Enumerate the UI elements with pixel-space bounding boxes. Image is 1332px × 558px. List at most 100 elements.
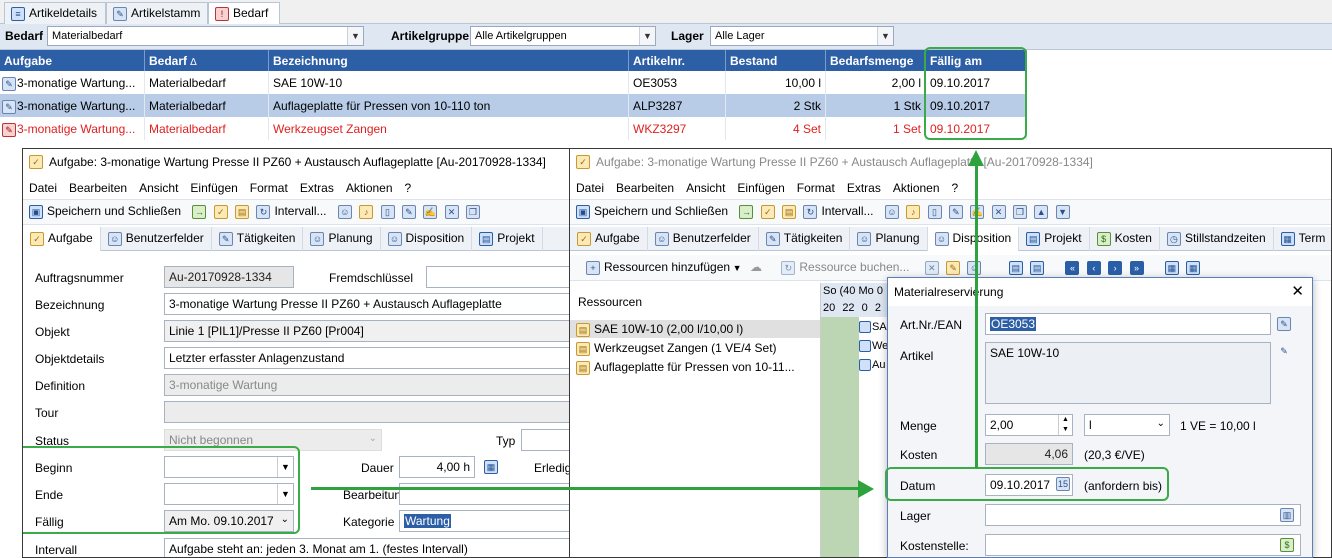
tab-benutzerfelder[interactable]: ☺ Benutzerfelder [101,227,212,251]
calculator-icon[interactable]: ▦ [484,460,498,474]
clipboard-icon[interactable]: ▤ [235,204,250,219]
objektdetails-field[interactable]: Letzter erfasster Anlagenzustand [164,347,569,369]
col-bedarfsmenge[interactable]: Bedarfsmenge [826,50,926,71]
close-button[interactable]: ✕ [1291,282,1304,300]
resource-item[interactable]: ▤ Auflageplatte für Pressen von 10-11... [570,358,820,376]
arrow-up-icon[interactable]: ▲ [1034,204,1049,219]
wrench-icon[interactable]: ✎ [1277,317,1291,331]
tab-artikelstamm[interactable]: ✎ Artikelstamm [106,2,208,24]
tab-termine[interactable]: ▦ Term [1274,227,1331,251]
exit-icon[interactable]: → [739,204,754,219]
tab-bedarf[interactable]: ! Bedarf [208,2,280,25]
menu-extras[interactable]: Extras [841,177,887,199]
wrench-icon[interactable]: ✎ [401,204,416,219]
menu-bearbeiten[interactable]: Bearbeiten [63,177,133,199]
col-bezeichnung[interactable]: Bezeichnung [269,50,629,71]
book-resource-button[interactable]: Ressource buchen... [799,260,909,274]
menu-bearbeiten[interactable]: Bearbeiten [610,177,680,199]
tab-aufgabe[interactable]: ✓ Aufgabe [23,227,101,251]
tab-artikeldetails[interactable]: ≡ Artikeldetails [4,2,106,24]
menu-aktionen[interactable]: Aktionen [887,177,946,199]
chevron-down-icon[interactable]: ▼ [730,263,744,273]
objekt-field[interactable]: Linie 1 [PIL1]/Presse II PZ60 [Pr004] [164,320,569,342]
menu-extras[interactable]: Extras [294,177,340,199]
artnr-input[interactable]: OE3053 [985,313,1271,335]
intervall-field[interactable]: Aufgabe steht an: jeden 3. Monat am 1. (… [164,538,569,557]
delete-icon[interactable]: ✕ [991,204,1006,219]
menu-ansicht[interactable]: Ansicht [680,177,731,199]
menu-datei[interactable]: Datei [570,177,610,199]
calendar-icon[interactable]: ▦ [1164,260,1179,275]
list-icon[interactable]: ▤ [1008,260,1023,275]
dauer-input[interactable]: 4,00 h [399,456,475,478]
first-icon[interactable]: « [1065,260,1080,275]
kostenstelle-input[interactable]: $ [985,534,1301,556]
menu-help[interactable]: ? [946,177,965,199]
tools-icon[interactable]: ✎ [1277,345,1291,359]
kategorie-input[interactable]: Wartung [399,510,569,532]
col-aufgabe[interactable]: Aufgabe [0,50,145,71]
spinner-icon[interactable]: ▲ ▼ [1058,415,1072,435]
bell-icon[interactable]: ♪ [359,204,374,219]
tab-kosten[interactable]: $ Kosten [1090,227,1160,251]
copy-icon[interactable]: ❐ [465,204,480,219]
calendar-item[interactable]: Au [859,359,885,372]
bedarf-select[interactable]: Materialbedarf ▼ [47,26,364,46]
calendar-item[interactable]: SA [859,321,887,334]
unit-select[interactable]: l ⌄ [1084,414,1170,436]
menu-format[interactable]: Format [791,177,841,199]
save-close-button[interactable]: Speichern und Schließen [594,204,728,218]
resource-item[interactable]: ▤ SAE 10W-10 (2,00 l/10,00 l) [570,320,820,338]
tab-stillstandzeiten[interactable]: ◷ Stillstandzeiten [1160,227,1274,251]
last-icon[interactable]: » [1129,260,1144,275]
delete-icon[interactable]: ✕ [444,204,459,219]
menu-ansicht[interactable]: Ansicht [133,177,184,199]
people-icon[interactable]: ☺ [337,204,352,219]
save-close-button[interactable]: Speichern und Schließen [47,204,181,218]
checklist-icon[interactable]: ✓ [760,204,775,219]
calendar-item[interactable]: We [859,340,888,353]
menu-einfuegen[interactable]: Einfügen [731,177,790,199]
menu-format[interactable]: Format [244,177,294,199]
calendar2-icon[interactable]: ▦ [1186,260,1201,275]
document-icon[interactable]: ▯ [927,204,942,219]
tab-taetigkeiten[interactable]: ✎ Tätigkeiten [212,227,304,251]
menu-einfuegen[interactable]: Einfügen [184,177,243,199]
tab-projekt[interactable]: ▤ Projekt [472,227,543,251]
tab-planung[interactable]: ☺ Planung [850,227,928,251]
bezeichnung-input[interactable]: 3-monatige Wartung Presse II PZ60 + Aust… [164,293,569,315]
menu-help[interactable]: ? [399,177,418,199]
lager-input[interactable]: ▥ [985,504,1301,526]
tab-disposition[interactable]: ☺ Disposition [381,227,473,251]
list2-icon[interactable]: ▤ [1030,260,1045,275]
lager-select[interactable]: Alle Lager ▼ [710,26,894,46]
edit-icon[interactable]: ✎ [946,260,961,275]
next-icon[interactable]: › [1108,260,1123,275]
edit-icon[interactable]: ✍ [423,204,438,219]
tab-projekt[interactable]: ▤ Projekt [1019,227,1090,251]
tab-aufgabe[interactable]: ✓ Aufgabe [570,227,648,251]
add-resource-button[interactable]: Ressourcen hinzufügen [604,260,730,274]
tab-benutzerfelder[interactable]: ☺ Benutzerfelder [648,227,759,251]
copy-icon[interactable]: ❐ [1012,204,1027,219]
table-row[interactable]: ✎ 3-monatige Wartung... Materialbedarf Au… [0,94,1027,117]
col-bedarf[interactable]: Bedarf ∆ [145,50,269,71]
resource-item[interactable]: ▤ Werkzeugset Zangen (1 VE/4 Set) [570,339,820,357]
interval-button[interactable]: Intervall... [821,204,873,218]
col-bestand[interactable]: Bestand [726,50,826,71]
tab-planung[interactable]: ☺ Planung [303,227,381,251]
money-icon[interactable]: $ [1280,538,1294,552]
remove-icon[interactable]: ✕ [924,260,939,275]
clipboard-icon[interactable]: ▤ [782,204,797,219]
document-icon[interactable]: ▯ [380,204,395,219]
fremdschluessel-input[interactable] [426,266,569,288]
table-row[interactable]: ✎ 3-monatige Wartung... Materialbedarf We… [0,117,1027,140]
tab-taetigkeiten[interactable]: ✎ Tätigkeiten [759,227,851,251]
checklist-icon[interactable]: ✓ [213,204,228,219]
arrow-down-icon[interactable]: ▼ [1055,204,1070,219]
prev-icon[interactable]: ‹ [1086,260,1101,275]
interval-button[interactable]: Intervall... [274,204,326,218]
menu-aktionen[interactable]: Aktionen [340,177,399,199]
wrench-icon[interactable]: ✎ [948,204,963,219]
menu-datei[interactable]: Datei [23,177,63,199]
